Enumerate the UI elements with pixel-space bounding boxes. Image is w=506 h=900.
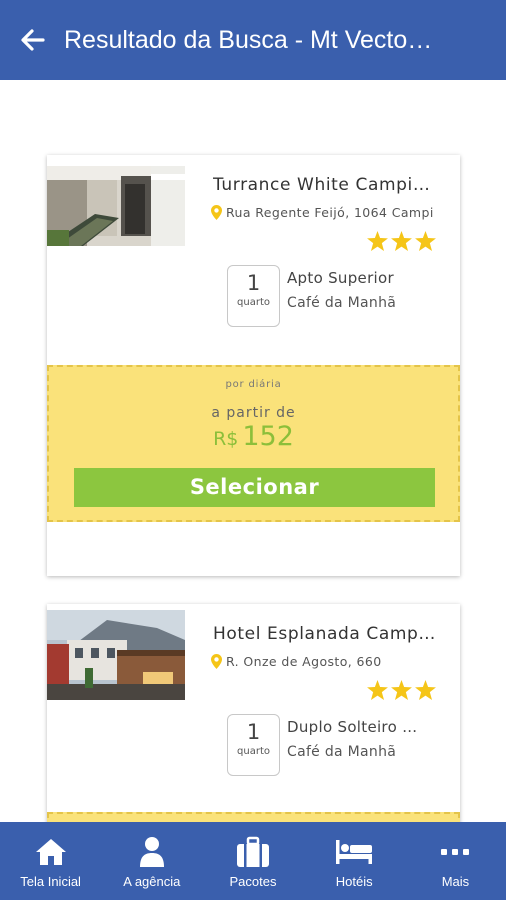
meal-plan: Café da Manhã <box>287 744 397 760</box>
star-icon <box>391 680 412 700</box>
room-count-box: 1 quarto <box>227 714 280 776</box>
nav-item-hotels[interactable]: Hotéis <box>304 822 405 900</box>
nav-item-more[interactable]: Mais <box>405 822 506 900</box>
nav-label: Pacotes <box>229 874 277 889</box>
hotel-card[interactable]: Turrance White Campi… Rua Regente Feijó,… <box>47 155 460 576</box>
results-list[interactable]: Turrance White Campi… Rua Regente Feijó,… <box>0 80 506 822</box>
app-root: Resultado da Busca - Mt Vecto… Turrance … <box>0 0 506 900</box>
price-line: R$ 152 <box>49 421 458 452</box>
nav-label: A agência <box>123 874 181 889</box>
star-icon <box>367 231 388 251</box>
star-rating <box>367 231 436 251</box>
room-count-label: quarto <box>237 297 270 308</box>
room-count: 1 <box>246 271 261 295</box>
page-title: Resultado da Busca - Mt Vecto… <box>64 25 433 54</box>
hotel-name[interactable]: Turrance White Campi… <box>213 175 443 195</box>
room-count: 1 <box>246 720 261 744</box>
nav-label: Hotéis <box>335 874 373 889</box>
per-night-label: por diária <box>225 379 282 390</box>
home-icon <box>35 839 66 865</box>
app-bar: Resultado da Busca - Mt Vecto… <box>0 0 506 80</box>
hotel-address-row: R. Onze de Agosto, 660 <box>211 654 451 669</box>
star-rating <box>367 680 436 700</box>
nav-item-packages[interactable]: Pacotes <box>202 822 303 900</box>
star-icon <box>415 231 436 251</box>
room-type: Duplo Solteiro … <box>287 718 418 736</box>
back-button[interactable] <box>0 0 56 80</box>
hotel-photo[interactable] <box>47 166 185 246</box>
room-count-box: 1 quarto <box>227 265 280 327</box>
more-icon <box>441 849 470 855</box>
bottom-nav: Tela Inicial A agência Pacotes Hotéis Ma… <box>0 822 506 900</box>
hotel-address: R. Onze de Agosto, 660 <box>226 654 382 669</box>
user-icon <box>139 837 164 867</box>
from-label: a partir de <box>211 405 296 421</box>
hotel-card[interactable]: Hotel Esplanada Camp… R. Onze de Agosto,… <box>47 604 460 822</box>
bed-icon <box>336 840 373 864</box>
price-panel <box>47 812 460 822</box>
nav-label: Mais <box>441 874 470 889</box>
hotel-address: Rua Regente Feijó, 1064 Campi <box>226 205 434 220</box>
price-panel: por diária a partir de R$ 152 Selecionar <box>47 365 460 522</box>
price-value: 152 <box>242 421 294 452</box>
meal-plan: Café da Manhã <box>287 295 397 311</box>
briefcase-icon <box>237 836 269 867</box>
select-button[interactable]: Selecionar <box>74 468 435 507</box>
currency: R$ <box>213 428 239 450</box>
hotel-name[interactable]: Hotel Esplanada Camp… <box>213 624 443 644</box>
location-pin-icon <box>211 205 222 220</box>
room-type: Apto Superior <box>287 269 394 287</box>
hotel-photo[interactable] <box>47 610 185 700</box>
star-icon <box>415 680 436 700</box>
nav-label: Tela Inicial <box>20 874 81 889</box>
star-icon <box>391 231 412 251</box>
arrow-left-icon <box>21 29 45 51</box>
nav-item-home[interactable]: Tela Inicial <box>0 822 101 900</box>
hotel-address-row: Rua Regente Feijó, 1064 Campi <box>211 205 451 220</box>
star-icon <box>367 680 388 700</box>
room-count-label: quarto <box>237 746 270 757</box>
nav-item-agency[interactable]: A agência <box>101 822 202 900</box>
location-pin-icon <box>211 654 222 669</box>
